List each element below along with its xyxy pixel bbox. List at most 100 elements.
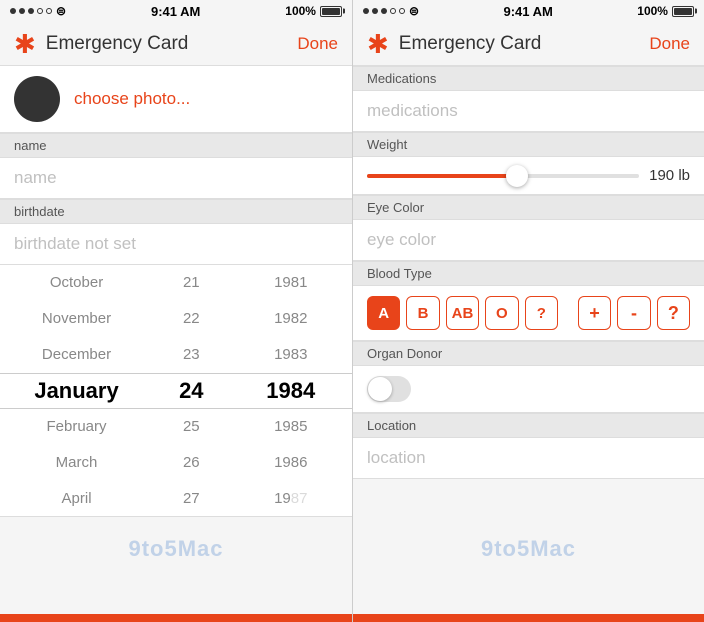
blood-btn-unknown[interactable]: ? [525,296,558,330]
page-title-left: Emergency Card [46,33,298,55]
medications-input-row[interactable]: medications [353,91,704,132]
wifi-icon: ⊜ [56,4,66,18]
header-bar-left: ✱ Emergency Card Done [0,22,352,66]
medications-label: Medications [367,71,436,86]
location-input-row[interactable]: location [353,438,704,479]
photo-row[interactable]: choose photo... [0,66,352,133]
birthdate-not-set-text: birthdate not set [14,234,136,253]
signal-dots [10,8,52,14]
medications-section-header: Medications [353,66,704,91]
year-item-5: 1986 [230,444,352,480]
header-bar-right: ✱ Emergency Card Done [353,22,704,66]
birthdate-label: birthdate [14,204,65,219]
month-item-1: November [0,301,153,337]
bottom-bar-left [0,614,352,622]
blood-type-label: Blood Type [367,266,432,281]
right-content: Medications medications Weight 190 lb Ey… [353,66,704,614]
day-column[interactable]: 21 22 23 24 25 26 27 [153,265,230,516]
weight-slider-thumb[interactable] [506,165,528,187]
organ-donor-toggle[interactable] [367,376,411,402]
left-panel: ⊜ 9:41 AM 100% ✱ Emergency Card Done cho… [0,0,352,622]
organ-donor-section-header: Organ Donor [353,341,704,366]
medications-placeholder: medications [367,101,458,120]
time-left: 9:41 AM [151,4,200,19]
year-item-3-selected: 1984 [230,373,352,409]
battery-fill-left [322,8,340,15]
page-title-right: Emergency Card [399,33,650,55]
status-left-right: ⊜ [363,4,419,18]
month-item-3-selected: January [0,373,153,409]
blood-rh-plus[interactable]: + [578,296,611,330]
asterisk-icon-right: ✱ [367,31,389,57]
blood-btn-B[interactable]: B [406,296,439,330]
organ-donor-label: Organ Donor [367,346,442,361]
eye-color-placeholder: eye color [367,230,436,249]
year-item-1: 1982 [230,301,352,337]
blood-rh-minus[interactable]: - [617,296,650,330]
day-item-3-selected: 24 [153,373,230,409]
avatar[interactable] [14,76,60,122]
birthdate-section-header: birthdate [0,199,352,224]
status-bar-right: ⊜ 9:41 AM 100% [353,0,704,22]
signal-dots-right [363,8,405,14]
right-panel: ⊜ 9:41 AM 100% ✱ Emergency Card Done Med… [352,0,704,622]
date-picker[interactable]: October November December January Februa… [0,265,352,517]
battery-icon-right [672,6,694,17]
bottom-bar-right [353,614,704,622]
weight-slider-row[interactable]: 190 lb [353,157,704,195]
day-item-2: 23 [153,337,230,373]
location-placeholder: location [367,448,426,467]
rdot1 [363,8,369,14]
time-right: 9:41 AM [503,4,552,19]
name-placeholder: name [14,168,57,187]
day-item-4: 25 [153,408,230,444]
organ-donor-toggle-row[interactable] [353,366,704,413]
eye-color-input-row[interactable]: eye color [353,220,704,261]
rdot5 [399,8,405,14]
weight-section-header: Weight [353,132,704,157]
blood-btn-AB[interactable]: AB [446,296,479,330]
birthdate-not-set-row[interactable]: birthdate not set [0,224,352,265]
battery-percent-right: 100% [637,4,668,18]
status-left: ⊜ [10,4,66,18]
weight-slider-track[interactable] [367,174,639,178]
wifi-icon-right: ⊜ [409,4,419,18]
weight-value: 190 lb [649,167,690,184]
rdot4 [390,8,396,14]
battery-percent-left: 100% [285,4,316,18]
month-item-0: October [0,265,153,301]
done-button-right[interactable]: Done [649,34,690,54]
dot5 [46,8,52,14]
year-item-2: 1983 [230,337,352,373]
day-item-1: 22 [153,301,230,337]
day-item-5: 26 [153,444,230,480]
day-item-6: 27 [153,480,230,516]
blood-rh-unknown[interactable]: ? [657,296,690,330]
location-section-header: Location [353,413,704,438]
eye-color-section-header: Eye Color [353,195,704,220]
blood-btn-O[interactable]: O [485,296,518,330]
done-button-left[interactable]: Done [297,34,338,54]
dot3 [28,8,34,14]
month-item-2: December [0,337,153,373]
date-picker-inner: October November December January Februa… [0,265,352,516]
toggle-knob [368,377,392,401]
month-item-4: February [0,408,153,444]
name-section-header: name [0,133,352,158]
choose-photo-label[interactable]: choose photo... [74,89,190,109]
battery-fill-right [674,8,692,15]
dot1 [10,8,16,14]
status-right-right: 100% [637,4,694,18]
dot4 [37,8,43,14]
asterisk-icon-left: ✱ [14,31,36,57]
battery-icon-left [320,6,342,17]
year-column[interactable]: 1981 1982 1983 1984 1985 1986 1987 [230,265,352,516]
status-bar-left: ⊜ 9:41 AM 100% [0,0,352,22]
left-content: choose photo... name name birthdate birt… [0,66,352,614]
month-column[interactable]: October November December January Februa… [0,265,153,516]
eye-color-label: Eye Color [367,200,424,215]
rdot3 [381,8,387,14]
name-input-row[interactable]: name [0,158,352,199]
year-item-4: 1985 [230,408,352,444]
blood-btn-A[interactable]: A [367,296,400,330]
